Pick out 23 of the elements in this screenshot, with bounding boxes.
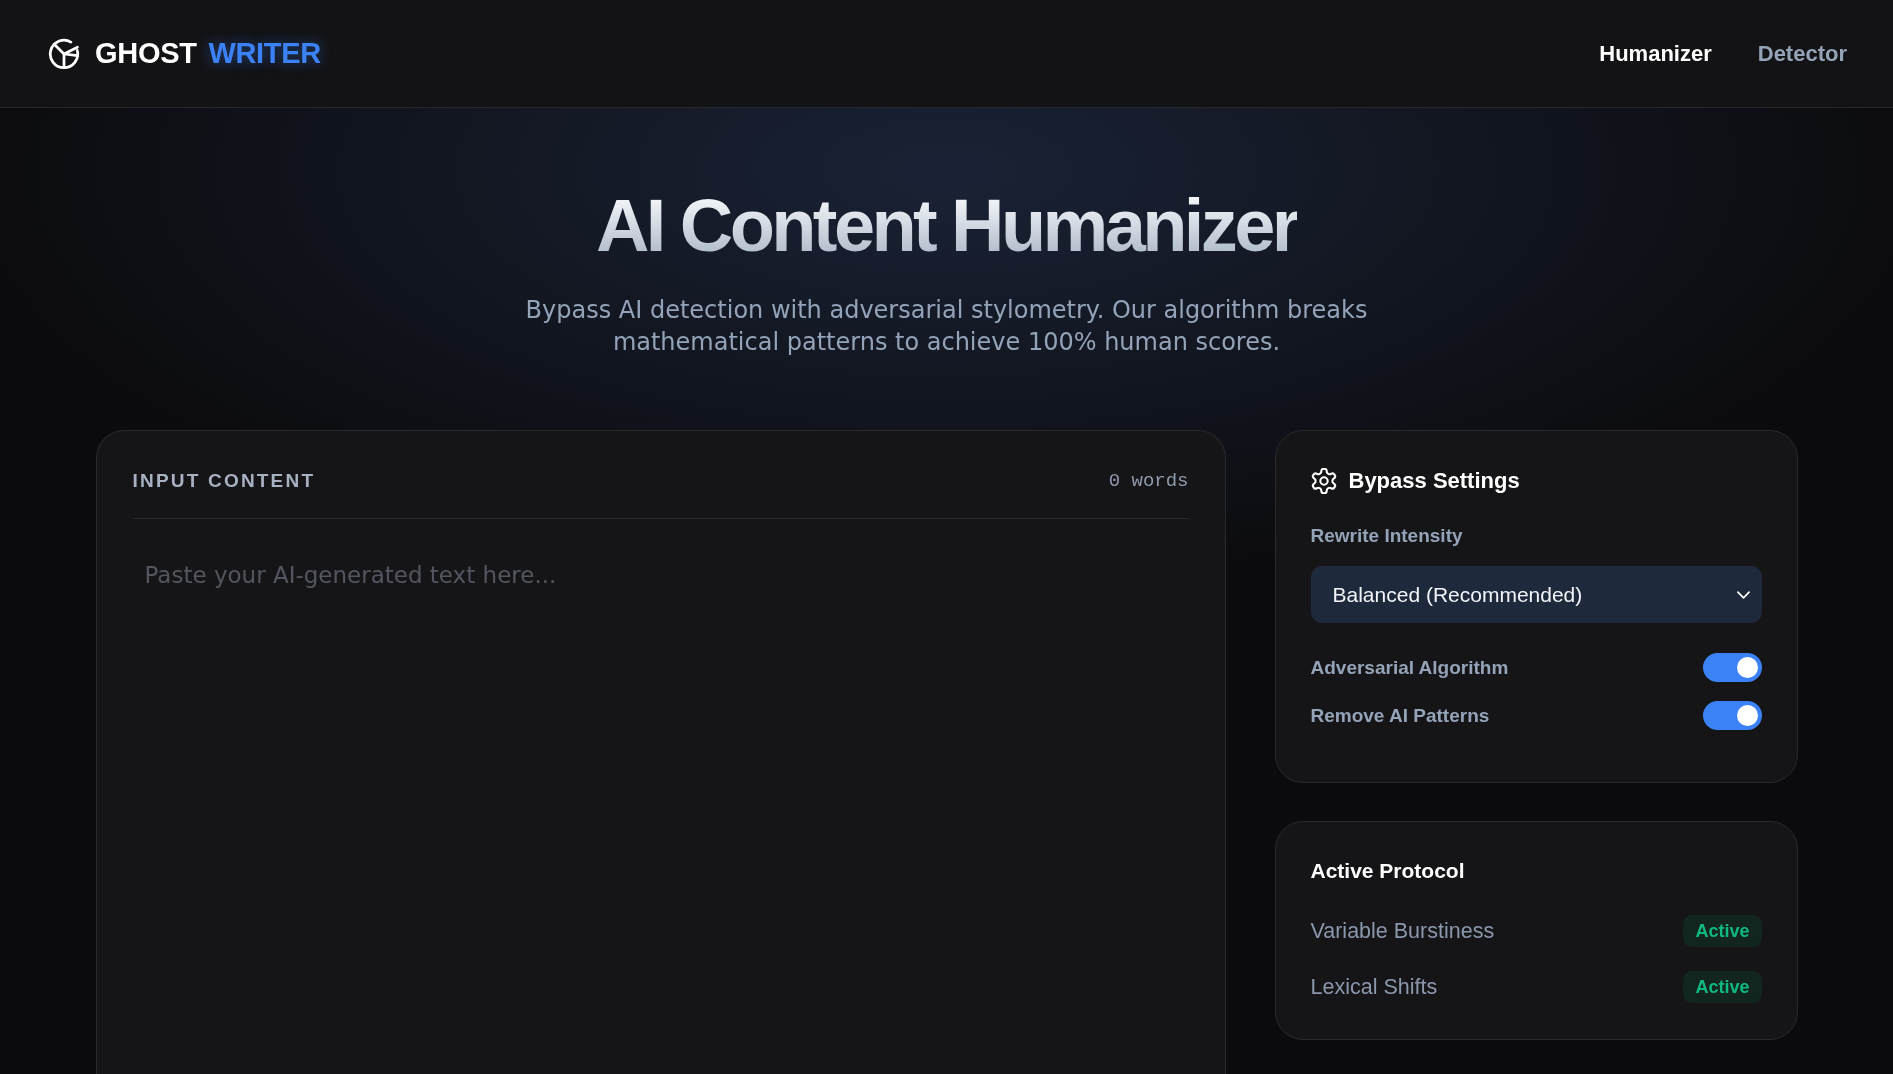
brand-name: GHOST WRITER xyxy=(95,37,321,70)
word-count: 0 words xyxy=(1108,470,1189,492)
nav-link[interactable]: Humanizer xyxy=(1599,40,1712,67)
logo-icon xyxy=(48,37,80,70)
editor-panel[interactable]: INPUT CONTENT 0 words Paste your AI-generated text here... xyxy=(95,430,1226,1074)
protocol-label: Lexical Shifts xyxy=(1310,974,1438,1000)
nav-link[interactable]: Detector xyxy=(1757,40,1847,67)
protocol-title: Active Protocol xyxy=(1310,858,1465,884)
toggle-switch[interactable] xyxy=(1702,701,1762,730)
settings-title: Bypass Settings xyxy=(1348,467,1520,495)
intensity-select[interactable]: Balanced (Recommended) xyxy=(1310,566,1762,623)
toggle-switch[interactable] xyxy=(1702,653,1762,682)
settings-icon xyxy=(1310,468,1337,494)
toggle-label: Adversarial Algorithm xyxy=(1310,656,1509,679)
field-label: Rewrite Intensity xyxy=(1310,524,1463,548)
protocol-label: Variable Burstiness xyxy=(1310,918,1495,944)
text-input[interactable]: Paste your AI-generated text here... xyxy=(132,539,1189,1074)
status-badge: Active xyxy=(1683,971,1762,1003)
panel-title: INPUT CONTENT xyxy=(132,469,316,493)
chevron-down-icon xyxy=(1736,590,1750,599)
toggle-label: Remove AI Patterns xyxy=(1310,704,1490,727)
page-subtitle: Bypass AI detection with adversarial stylometry. Our algorithm breaks mathematical patterns to achieve 100% human scores. xyxy=(524,295,1369,358)
status-badge: Active xyxy=(1683,915,1762,947)
